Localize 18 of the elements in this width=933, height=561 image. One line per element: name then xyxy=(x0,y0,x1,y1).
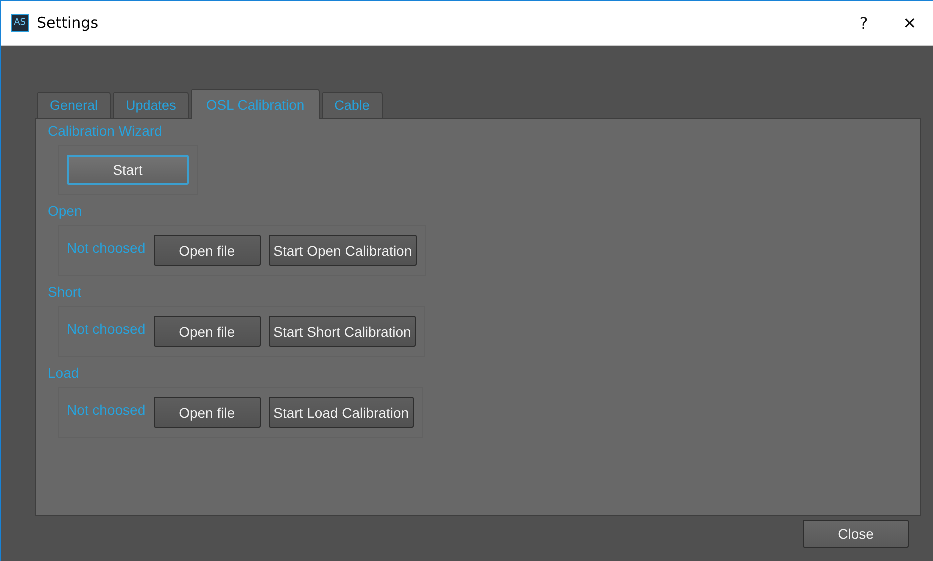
help-button[interactable]: ? xyxy=(841,1,887,45)
calibration-button[interactable]: Start Short Calibration xyxy=(268,316,416,347)
open-file-button[interactable]: Open file xyxy=(154,316,261,347)
window-title: Settings xyxy=(37,14,100,32)
file-status: Not choosed xyxy=(67,402,146,420)
file-status: Not choosed xyxy=(67,320,146,338)
calibration-button[interactable]: Start Open Calibration xyxy=(268,235,418,266)
start-button[interactable]: Start xyxy=(67,155,189,185)
close-button[interactable]: Close xyxy=(803,520,909,548)
section-title: Open xyxy=(48,202,84,221)
section-title: Short xyxy=(48,283,82,302)
file-status: Not choosed xyxy=(67,240,146,258)
app-icon: AS xyxy=(11,14,29,32)
calibration-button[interactable]: Start Load Calibration xyxy=(268,397,414,428)
open-file-button[interactable]: Open file xyxy=(154,235,261,266)
section-title: Calibration Wizard xyxy=(48,122,164,141)
open-file-button[interactable]: Open file xyxy=(154,397,261,428)
section-title: Load xyxy=(48,364,80,383)
